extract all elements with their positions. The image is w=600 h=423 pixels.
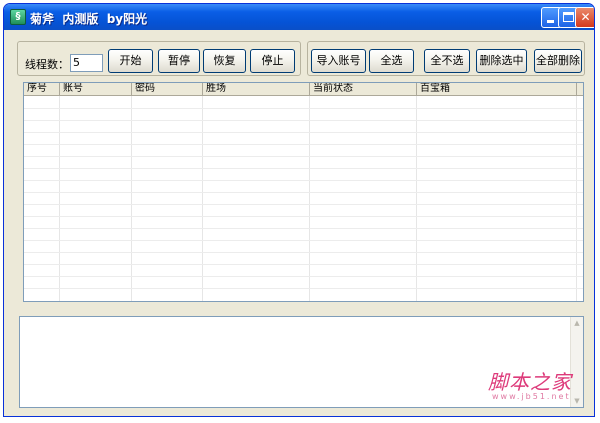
- column-divider: [576, 96, 577, 301]
- accounts-table[interactable]: 序号 账号 密码 胜场 当前状态 百宝箱: [23, 82, 584, 302]
- table-header: 序号 账号 密码 胜场 当前状态 百宝箱: [24, 83, 583, 96]
- column-divider: [59, 96, 60, 301]
- column-divider: [131, 96, 132, 301]
- pause-button[interactable]: 暂停: [158, 49, 200, 73]
- row-divider: [24, 156, 583, 157]
- column-header-treasure-box[interactable]: 百宝箱: [417, 83, 577, 95]
- column-header-index[interactable]: 序号: [24, 83, 60, 95]
- resume-button[interactable]: 恢复: [203, 49, 246, 73]
- close-button[interactable]: ✕: [575, 7, 594, 28]
- watermark-url: www.jb51.net: [492, 392, 571, 401]
- threads-input[interactable]: 5: [70, 54, 103, 72]
- threads-label: 线程数：: [25, 58, 69, 71]
- window-title: 菊斧 内测版 by阳光: [30, 12, 148, 26]
- watermark: 脚本之家 www.jb51.net: [474, 366, 584, 404]
- row-divider: [24, 132, 583, 133]
- watermark-cn: 脚本之家: [488, 370, 572, 394]
- delete-selected-button[interactable]: 删除选中: [476, 49, 527, 73]
- row-divider: [24, 264, 583, 265]
- row-divider: [24, 180, 583, 181]
- column-header-password[interactable]: 密码: [132, 83, 203, 95]
- delete-all-button[interactable]: 全部删除: [534, 49, 582, 73]
- start-button[interactable]: 开始: [108, 49, 153, 73]
- row-divider: [24, 204, 583, 205]
- row-divider: [24, 144, 583, 145]
- row-divider: [24, 168, 583, 169]
- select-none-button[interactable]: 全不选: [424, 49, 470, 73]
- row-divider: [24, 228, 583, 229]
- main-window: § 菊斧 内测版 by阳光 ✕ 线程数： 5 开始 暂停 恢复 停止 导入账号 …: [3, 3, 595, 417]
- row-divider: [24, 276, 583, 277]
- column-header-wins[interactable]: 胜场: [203, 83, 310, 95]
- column-divider: [202, 96, 203, 301]
- row-divider: [24, 108, 583, 109]
- app-icon: §: [10, 9, 26, 25]
- select-all-button[interactable]: 全选: [369, 49, 414, 73]
- close-icon: ✕: [580, 10, 591, 24]
- row-divider: [24, 288, 583, 289]
- scroll-up-icon[interactable]: ▲: [571, 317, 583, 329]
- import-accounts-button[interactable]: 导入账号: [311, 49, 366, 73]
- column-divider: [416, 96, 417, 301]
- title-bar[interactable]: § 菊斧 内测版 by阳光 ✕: [4, 4, 594, 30]
- column-divider: [309, 96, 310, 301]
- maximize-icon: [563, 12, 574, 22]
- stop-button[interactable]: 停止: [250, 49, 295, 73]
- row-divider: [24, 192, 583, 193]
- column-header-status[interactable]: 当前状态: [310, 83, 417, 95]
- row-divider: [24, 240, 583, 241]
- minimize-icon: [547, 20, 554, 23]
- row-divider: [24, 120, 583, 121]
- row-divider: [24, 216, 583, 217]
- column-header-account[interactable]: 账号: [60, 83, 132, 95]
- row-divider: [24, 252, 583, 253]
